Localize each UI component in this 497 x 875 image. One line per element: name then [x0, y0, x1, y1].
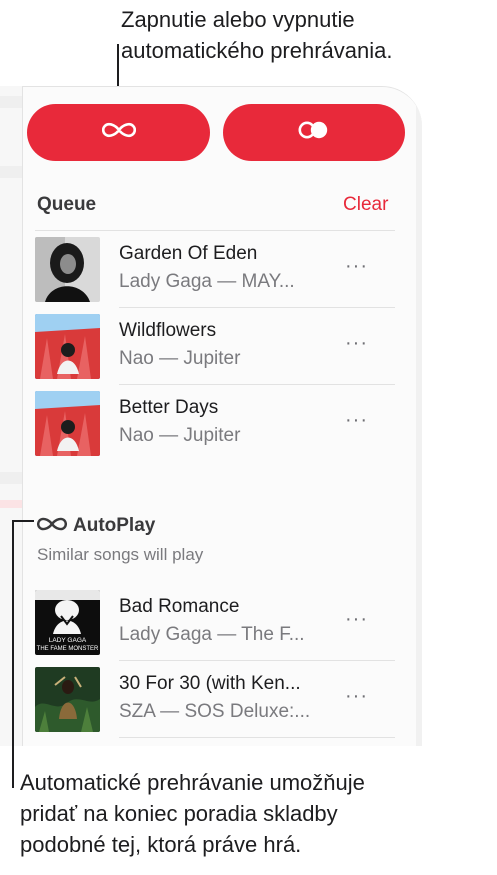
playing-next-panel: Queue Clear Garden Of Eden Lady Gaga — M… — [22, 86, 422, 746]
row-divider — [119, 737, 395, 738]
repeat-toggle-button[interactable] — [223, 104, 405, 161]
autoplay-item-bad-romance[interactable]: LADY GAGA THE FAME MONSTER Bad Romance L… — [23, 590, 422, 656]
callout-leader-bottom-vertical — [12, 520, 14, 788]
more-options-button[interactable]: ··· — [345, 685, 368, 708]
album-art-artist-text: LADY GAGA — [49, 637, 87, 644]
track-title: Bad Romance — [119, 596, 240, 617]
autoplay-toggle-button[interactable] — [27, 104, 210, 161]
more-options-button[interactable]: ··· — [345, 409, 368, 432]
track-subtitle: Lady Gaga — MAY... — [119, 271, 295, 292]
row-divider — [119, 307, 395, 308]
autoplay-subtitle: Similar songs will play — [37, 545, 204, 564]
callout-line-2: automatického prehrávania. — [121, 38, 393, 63]
callout-leader-bottom-horizontal — [12, 520, 34, 522]
repeat-toggle-icon — [297, 121, 331, 144]
album-art-sos-deluxe — [35, 667, 100, 732]
more-options-button[interactable]: ··· — [345, 255, 368, 278]
queue-divider — [35, 230, 395, 231]
track-subtitle: Lady Gaga — The F... — [119, 624, 305, 645]
queue-title: Queue — [37, 194, 97, 215]
callout-line-2: pridať na koniec poradia skladby — [20, 801, 338, 826]
track-title: Better Days — [119, 397, 219, 418]
track-subtitle: SZA — SOS Deluxe:... — [119, 701, 311, 722]
row-divider — [119, 660, 395, 661]
queue-item-better-days[interactable]: Better Days Nao — Jupiter ··· — [23, 391, 422, 457]
background-accent-mark — [0, 500, 22, 508]
more-options-button[interactable]: ··· — [345, 332, 368, 355]
callout-autoplay-toggle: Zapnutie alebo vypnutie automatického pr… — [121, 4, 491, 66]
album-art-wildflowers — [35, 314, 100, 379]
infinity-icon — [37, 517, 67, 536]
callout-line-3: podobné tej, ktorá práve hrá. — [20, 832, 302, 857]
callout-line-1: Zapnutie alebo vypnutie — [121, 7, 355, 32]
album-art-garden-of-eden — [35, 237, 100, 302]
autoplay-header: AutoPlay — [37, 515, 155, 537]
track-title: Wildflowers — [119, 320, 217, 341]
queue-item-garden-of-eden[interactable]: Garden Of Eden Lady Gaga — MAY... ··· — [23, 237, 422, 303]
track-title: Garden Of Eden — [119, 243, 258, 264]
clear-queue-button[interactable]: Clear — [343, 194, 388, 216]
album-art-better-days — [35, 391, 100, 456]
autoplay-title: AutoPlay — [73, 515, 156, 536]
infinity-icon — [101, 122, 136, 143]
album-art-album-text: THE FAME MONSTER — [37, 646, 99, 652]
track-subtitle: Nao — Jupiter — [119, 348, 241, 369]
album-art-bad-romance: LADY GAGA THE FAME MONSTER — [35, 590, 100, 655]
callout-line-1: Automatické prehrávanie umožňuje — [20, 770, 365, 795]
callout-autoplay-explanation: Automatické prehrávanie umožňuje pridať … — [20, 767, 490, 860]
row-divider — [119, 384, 395, 385]
queue-item-wildflowers[interactable]: Wildflowers Nao — Jupiter ··· — [23, 314, 422, 380]
autoplay-item-30-for-30[interactable]: 30 For 30 (with Ken... SZA — SOS Deluxe:… — [23, 667, 422, 733]
more-options-button[interactable]: ··· — [345, 608, 368, 631]
background-window-edge — [0, 86, 22, 746]
track-subtitle: Nao — Jupiter — [119, 425, 241, 446]
track-title: 30 For 30 (with Ken... — [119, 673, 301, 694]
